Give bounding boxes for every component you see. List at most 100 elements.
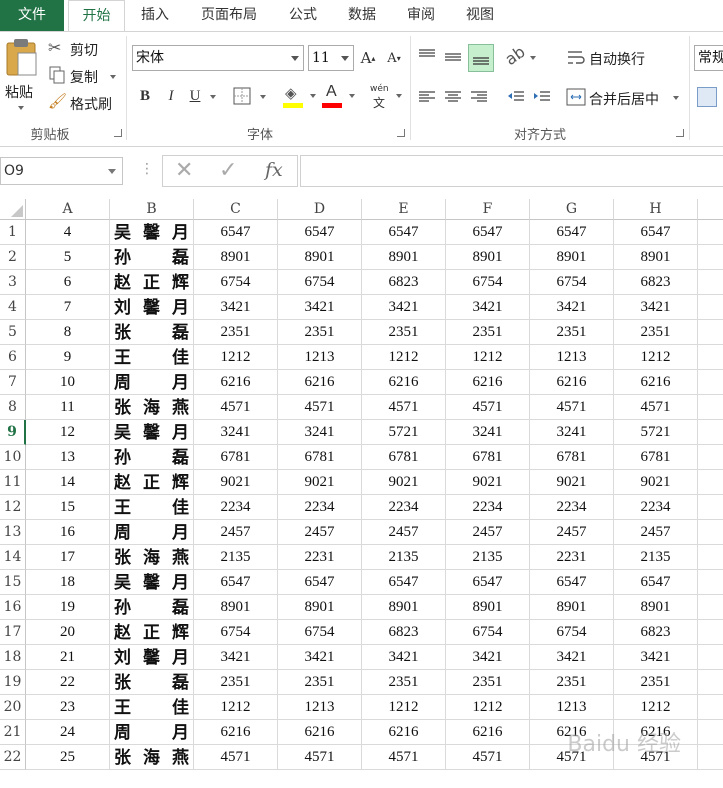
tab-page-layout[interactable]: 页面布局 xyxy=(188,0,270,31)
cell-b-name[interactable]: 孙磊 xyxy=(110,445,194,470)
cell-d[interactable]: 2231 xyxy=(278,545,362,570)
cell-e[interactable]: 2351 xyxy=(362,320,446,345)
cell-f[interactable]: 6216 xyxy=(446,370,530,395)
cell-e[interactable]: 6216 xyxy=(362,720,446,745)
cell-empty[interactable] xyxy=(698,595,723,620)
row-header[interactable]: 20 xyxy=(0,695,26,720)
cell-e[interactable]: 8901 xyxy=(362,245,446,270)
cell-f[interactable]: 6754 xyxy=(446,620,530,645)
cell-h[interactable]: 6781 xyxy=(614,445,698,470)
cell-e[interactable]: 2135 xyxy=(362,545,446,570)
cell-f[interactable]: 3421 xyxy=(446,295,530,320)
cell-b-name[interactable]: 周月 xyxy=(110,370,194,395)
cell-a[interactable]: 15 xyxy=(26,495,110,520)
cell-f[interactable]: 4571 xyxy=(446,395,530,420)
cell-f[interactable]: 2135 xyxy=(446,545,530,570)
borders-button[interactable] xyxy=(233,86,269,108)
cell-b-name[interactable]: 刘馨月 xyxy=(110,295,194,320)
cell-g[interactable]: 2351 xyxy=(530,320,614,345)
cell-e[interactable]: 4571 xyxy=(362,395,446,420)
cell-c[interactable]: 2135 xyxy=(194,545,278,570)
row-header[interactable]: 22 xyxy=(0,745,26,770)
cell-g[interactable]: 6781 xyxy=(530,445,614,470)
tab-home[interactable]: 开始 xyxy=(68,0,125,31)
align-top-button[interactable] xyxy=(416,46,440,70)
cell-g[interactable]: 6216 xyxy=(530,720,614,745)
cell-a[interactable]: 14 xyxy=(26,470,110,495)
cell-e[interactable]: 6547 xyxy=(362,570,446,595)
dialog-launcher-icon[interactable] xyxy=(114,129,122,137)
column-header-b[interactable]: B xyxy=(110,199,194,220)
cell-c[interactable]: 4571 xyxy=(194,395,278,420)
cell-b-name[interactable]: 孙磊 xyxy=(110,245,194,270)
cell-c[interactable]: 6547 xyxy=(194,570,278,595)
row-header[interactable]: 9 xyxy=(0,420,26,445)
cell-e[interactable]: 6547 xyxy=(362,220,446,245)
underline-button[interactable]: U xyxy=(186,85,204,107)
column-header-h[interactable]: H xyxy=(614,199,698,220)
cell-h[interactable]: 1212 xyxy=(614,695,698,720)
cell-g[interactable]: 1213 xyxy=(530,345,614,370)
cell-b-name[interactable]: 王佳 xyxy=(110,495,194,520)
row-header[interactable]: 12 xyxy=(0,495,26,520)
row-header[interactable]: 15 xyxy=(0,570,26,595)
currency-format-icon[interactable] xyxy=(697,87,717,107)
cell-a[interactable]: 7 xyxy=(26,295,110,320)
tab-view[interactable]: 视图 xyxy=(453,0,507,31)
cell-g[interactable]: 3421 xyxy=(530,645,614,670)
cell-b-name[interactable]: 张磊 xyxy=(110,320,194,345)
cell-f[interactable]: 4571 xyxy=(446,745,530,770)
row-header[interactable]: 1 xyxy=(0,220,26,245)
cell-g[interactable]: 6547 xyxy=(530,570,614,595)
cell-c[interactable]: 2234 xyxy=(194,495,278,520)
cell-h[interactable]: 1212 xyxy=(614,345,698,370)
cell-f[interactable]: 1212 xyxy=(446,695,530,720)
cell-g[interactable]: 2457 xyxy=(530,520,614,545)
cell-e[interactable]: 3421 xyxy=(362,295,446,320)
cell-d[interactable]: 6754 xyxy=(278,620,362,645)
cell-a[interactable]: 20 xyxy=(26,620,110,645)
column-header-a[interactable]: A xyxy=(26,199,110,220)
align-bottom-button[interactable] xyxy=(468,44,494,72)
cell-d[interactable]: 6547 xyxy=(278,570,362,595)
font-color-button[interactable]: A xyxy=(322,83,358,110)
cell-f[interactable]: 2351 xyxy=(446,670,530,695)
row-header[interactable]: 10 xyxy=(0,445,26,470)
cell-h[interactable]: 2234 xyxy=(614,495,698,520)
cell-f[interactable]: 6781 xyxy=(446,445,530,470)
tab-review[interactable]: 审阅 xyxy=(394,0,448,31)
tab-file[interactable]: 文件 xyxy=(0,0,64,31)
cell-d[interactable]: 9021 xyxy=(278,470,362,495)
row-header[interactable]: 21 xyxy=(0,720,26,745)
cell-g[interactable]: 9021 xyxy=(530,470,614,495)
cell-d[interactable]: 1213 xyxy=(278,345,362,370)
cell-d[interactable]: 1213 xyxy=(278,695,362,720)
cell-d[interactable]: 6216 xyxy=(278,370,362,395)
cell-a[interactable]: 11 xyxy=(26,395,110,420)
cell-f[interactable]: 1212 xyxy=(446,345,530,370)
cell-empty[interactable] xyxy=(698,445,723,470)
row-header[interactable]: 2 xyxy=(0,245,26,270)
cell-empty[interactable] xyxy=(698,495,723,520)
decrease-font-size-icon[interactable]: A ▾ xyxy=(384,47,404,69)
cell-c[interactable]: 4571 xyxy=(194,745,278,770)
cell-a[interactable]: 16 xyxy=(26,520,110,545)
cell-e[interactable]: 6781 xyxy=(362,445,446,470)
cell-c[interactable]: 3421 xyxy=(194,645,278,670)
tab-data[interactable]: 数据 xyxy=(335,0,389,31)
number-format-combo[interactable]: 常规 xyxy=(694,45,723,71)
cell-g[interactable]: 4571 xyxy=(530,395,614,420)
cell-e[interactable]: 8901 xyxy=(362,595,446,620)
cell-a[interactable]: 21 xyxy=(26,645,110,670)
cell-h[interactable]: 2351 xyxy=(614,320,698,345)
cell-h[interactable]: 6547 xyxy=(614,220,698,245)
orientation-button[interactable]: ab xyxy=(501,42,541,70)
increase-indent-button[interactable] xyxy=(531,86,555,108)
column-header-c[interactable]: C xyxy=(194,199,278,220)
cell-b-name[interactable]: 张海燕 xyxy=(110,395,194,420)
bold-button[interactable]: B xyxy=(136,85,154,107)
italic-button[interactable]: I xyxy=(162,85,180,107)
cut-button[interactable]: ✂ 剪切 xyxy=(48,38,108,60)
cell-a[interactable]: 18 xyxy=(26,570,110,595)
cell-a[interactable]: 13 xyxy=(26,445,110,470)
